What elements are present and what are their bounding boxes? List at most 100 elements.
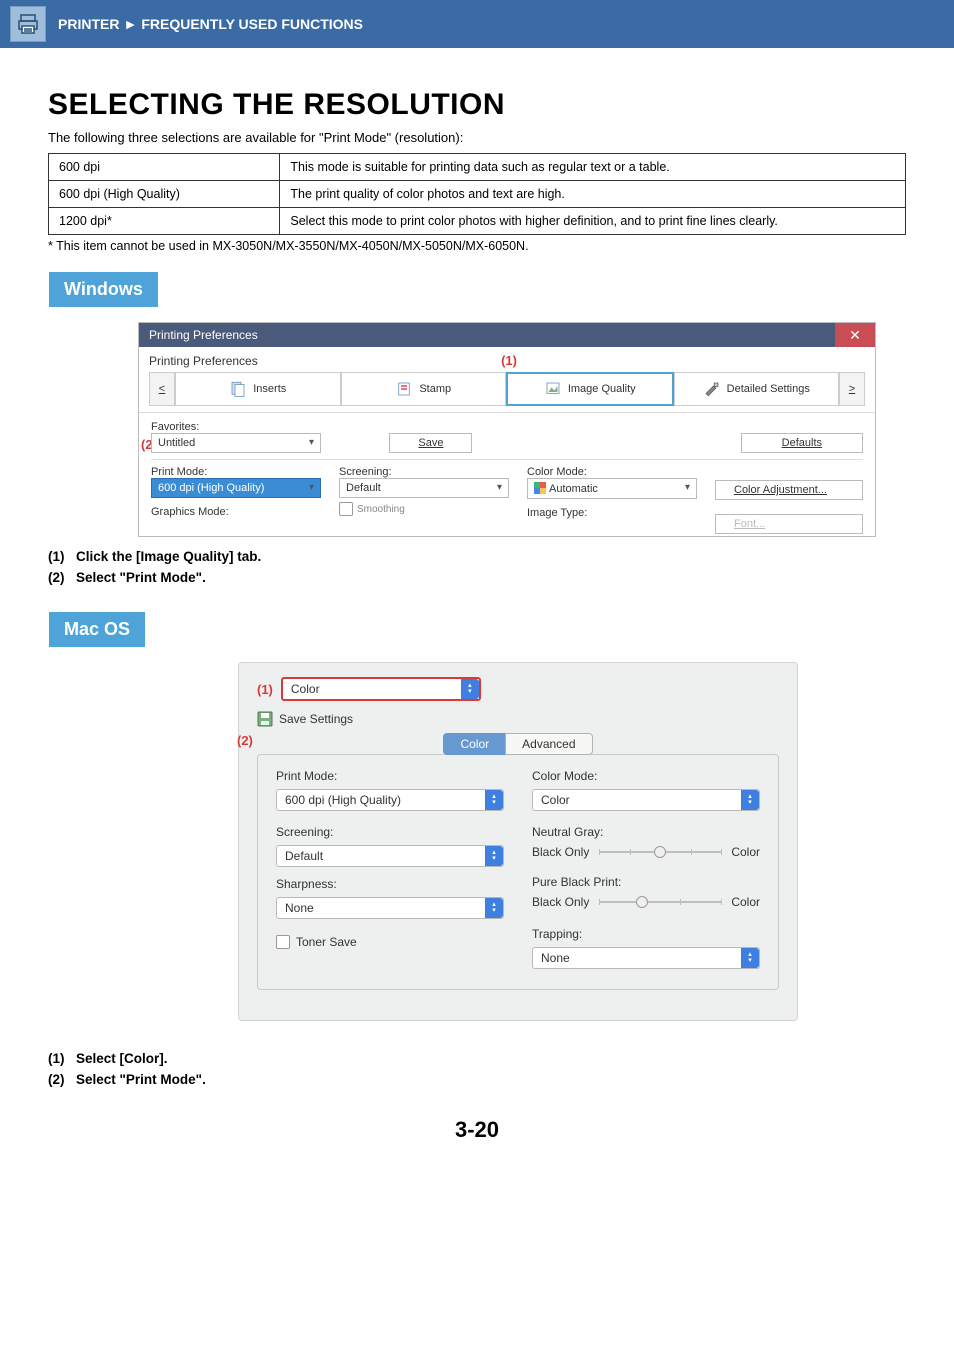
breadcrumb-b: FREQUENTLY USED FUNCTIONS (141, 16, 363, 32)
step-text: Click the [Image Quality] tab. (76, 549, 261, 564)
tab-color[interactable]: Color (443, 733, 505, 755)
print-mode-select[interactable]: 600 dpi (High Quality) (151, 478, 321, 498)
stepper-icon (741, 948, 759, 968)
tab-inserts[interactable]: Inserts (175, 372, 341, 406)
tab-label: Stamp (419, 383, 451, 395)
screening-select[interactable]: Default (339, 478, 509, 498)
dialog-subtitle-text: Printing Preferences (149, 354, 258, 368)
slider-knob-icon[interactable] (654, 846, 666, 858)
smoothing-checkbox[interactable] (339, 502, 353, 516)
color-mode-label: Color Mode: (527, 466, 697, 478)
resolution-table: 600 dpi This mode is suitable for printi… (48, 153, 906, 235)
mac-dialog: (1) Color Save Settings (2) Color Advanc… (238, 662, 798, 1021)
tab-image-quality[interactable]: Image Quality (506, 372, 674, 406)
trapping-select[interactable]: None (532, 947, 760, 969)
graphics-mode-label: Graphics Mode: (151, 506, 321, 518)
print-mode-value: 600 dpi (High Quality) (285, 793, 401, 807)
stepper-icon (485, 790, 503, 810)
favorites-select[interactable]: Untitled (151, 433, 321, 453)
stepper-icon (485, 898, 503, 918)
tab-stamp[interactable]: Stamp (341, 372, 507, 406)
step-item: (2)Select "Print Mode". (48, 1072, 906, 1087)
print-mode-select[interactable]: 600 dpi (High Quality) (276, 789, 504, 811)
neutral-gray-slider[interactable]: Black Only Color (532, 845, 760, 859)
pure-black-slider[interactable]: Black Only Color (532, 895, 760, 909)
dialog-title: Printing Preferences (149, 328, 258, 342)
page-title: SELECTING THE RESOLUTION (48, 88, 906, 122)
slider-right-label: Color (731, 845, 760, 859)
toner-save-checkbox[interactable] (276, 935, 290, 949)
color-mode-select[interactable]: Color (532, 789, 760, 811)
color-swatch-icon (534, 482, 546, 494)
tab-label: Detailed Settings (727, 383, 810, 395)
footnote: * This item cannot be used in MX-3050N/M… (48, 239, 906, 253)
res-desc: Select this mode to print color photos w… (280, 208, 906, 235)
callout-1: (1) (257, 682, 273, 697)
page-number: 3-20 (48, 1117, 906, 1143)
screening-select[interactable]: Default (276, 845, 504, 867)
slider-left-label: Black Only (532, 895, 589, 909)
slider-knob-icon[interactable] (636, 896, 648, 908)
color-adjustment-button[interactable]: Color Adjustment... (715, 480, 863, 500)
image-quality-icon (544, 380, 562, 398)
table-row: 600 dpi This mode is suitable for printi… (49, 154, 906, 181)
stepper-icon (461, 679, 479, 699)
res-name: 1200 dpi* (49, 208, 280, 235)
step-number: (2) (48, 570, 76, 585)
print-mode-label: Print Mode: (151, 466, 321, 478)
favorites-label: Favorites: (151, 421, 863, 433)
os-heading-windows: Windows (48, 271, 159, 308)
inserts-icon (229, 380, 247, 398)
image-type-label: Image Type: (527, 507, 697, 519)
step-text: Select "Print Mode". (76, 570, 206, 585)
callout-1: (1) (501, 353, 517, 368)
breadcrumb-a: PRINTER (58, 16, 119, 32)
save-button[interactable]: Save (389, 433, 472, 453)
color-mode-value: Automatic (549, 483, 598, 495)
res-name: 600 dpi (High Quality) (49, 181, 280, 208)
dialog-subtitle: Printing Preferences (1) (139, 347, 875, 368)
tabs-next-button[interactable]: > (839, 372, 865, 406)
step-text: Select "Print Mode". (76, 1072, 206, 1087)
table-row: 1200 dpi* Select this mode to print colo… (49, 208, 906, 235)
defaults-button[interactable]: Defaults (741, 433, 863, 453)
color-mode-label: Color Mode: (532, 769, 760, 783)
table-row: 600 dpi (High Quality) The print quality… (49, 181, 906, 208)
mac-tabs: Color Advanced (257, 733, 779, 755)
res-desc: This mode is suitable for printing data … (280, 154, 906, 181)
color-mode-select[interactable]: Automatic (527, 478, 697, 499)
tab-label: Inserts (253, 383, 286, 395)
slider-right-label: Color (731, 895, 760, 909)
screening-label: Screening: (339, 466, 509, 478)
step-number: (1) (48, 1051, 76, 1066)
sharpness-select[interactable]: None (276, 897, 504, 919)
mac-steps: (1)Select [Color]. (2)Select "Print Mode… (48, 1051, 906, 1087)
tabs-prev-button[interactable]: < (149, 372, 175, 406)
tabs-row: < Inserts Stamp Image Quality Detailed S… (139, 368, 875, 413)
printer-icon (10, 6, 46, 42)
save-settings-label: Save Settings (279, 712, 353, 726)
save-disk-icon (257, 711, 273, 727)
breadcrumb-sep: ► (123, 16, 137, 32)
tab-advanced[interactable]: Advanced (505, 733, 592, 755)
windows-steps: (1)Click the [Image Quality] tab. (2)Sel… (48, 549, 906, 585)
callout-2: (2) (237, 733, 253, 748)
screening-label: Screening: (276, 825, 504, 839)
res-desc: The print quality of color photos and te… (280, 181, 906, 208)
step-text: Select [Color]. (76, 1051, 168, 1066)
windows-dialog: Printing Preferences ✕ Printing Preferen… (138, 322, 876, 537)
section-select[interactable]: Color (281, 677, 481, 701)
smoothing-label: Smoothing (357, 504, 405, 515)
tab-detailed-settings[interactable]: Detailed Settings (674, 372, 840, 406)
slider-left-label: Black Only (532, 845, 589, 859)
close-icon[interactable]: ✕ (835, 323, 875, 347)
step-number: (1) (48, 549, 76, 564)
stamp-icon (395, 380, 413, 398)
doc-header: PRINTER ► FREQUENTLY USED FUNCTIONS (0, 0, 954, 48)
color-mode-value: Color (541, 793, 570, 807)
font-button[interactable]: Font... (715, 514, 863, 534)
step-item: (1)Click the [Image Quality] tab. (48, 549, 906, 564)
tab-label: Image Quality (568, 383, 636, 395)
sharpness-label: Sharpness: (276, 877, 504, 891)
detailed-icon (703, 380, 721, 398)
